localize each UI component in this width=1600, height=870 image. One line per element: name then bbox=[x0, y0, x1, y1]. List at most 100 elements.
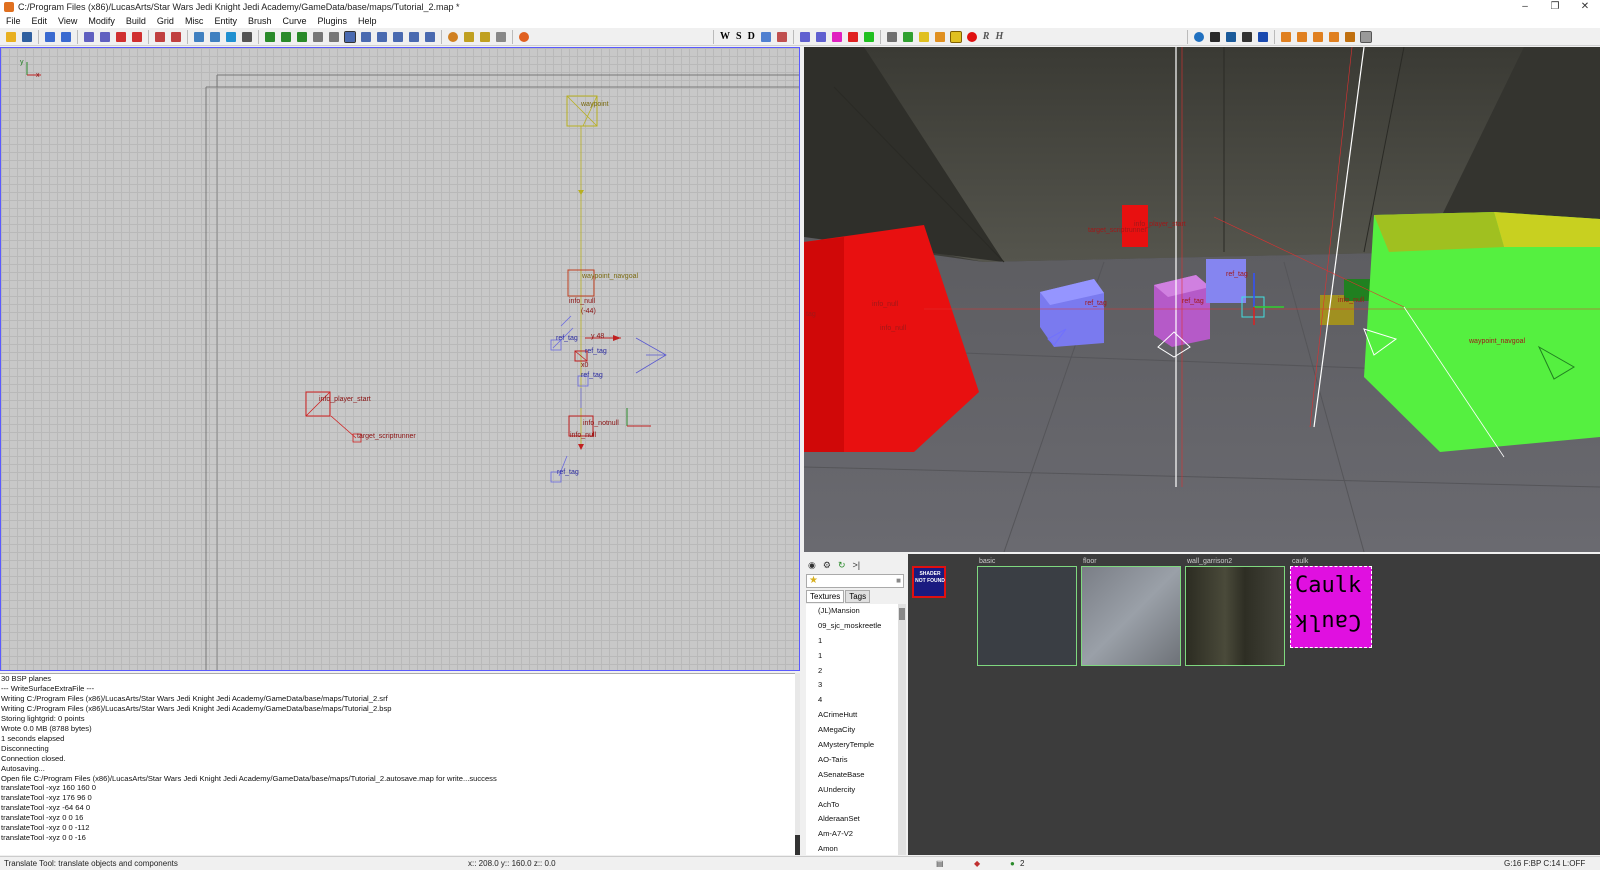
menu-view[interactable]: View bbox=[58, 16, 77, 26]
select-touching-icon[interactable] bbox=[297, 31, 307, 42]
skew-tool-icon[interactable] bbox=[393, 31, 403, 42]
menu-curve[interactable]: Curve bbox=[282, 16, 306, 26]
view-options-icon[interactable]: ◉ bbox=[808, 560, 816, 571]
list-item[interactable]: AlderaanSet bbox=[806, 812, 898, 827]
texture-thumb-missing[interactable]: SHADER NOT FOUND bbox=[912, 566, 946, 598]
undo-icon[interactable] bbox=[45, 31, 55, 42]
more-icon[interactable] bbox=[242, 31, 252, 42]
menu-modify[interactable]: Modify bbox=[88, 16, 115, 26]
entity-3d-label-ref-tag[interactable]: ref_tag bbox=[1226, 271, 1248, 278]
drag-tool-icon[interactable] bbox=[409, 31, 419, 42]
entity-3d-label-target-scriptrunner[interactable]: target_scriptrunner bbox=[1088, 227, 1147, 234]
texture-search-input[interactable]: ★ ■ bbox=[806, 574, 904, 588]
list-item[interactable]: 4 bbox=[806, 693, 898, 708]
texture-lock-icon[interactable] bbox=[464, 31, 474, 42]
view-change-icon[interactable] bbox=[194, 31, 204, 42]
menu-file[interactable]: File bbox=[6, 16, 21, 26]
down-arrow-icon[interactable] bbox=[1258, 31, 1269, 42]
select-inside-icon[interactable] bbox=[281, 31, 291, 42]
entity-label-waypoint[interactable]: waypoint bbox=[581, 101, 609, 108]
entity-3d-label-info-null[interactable]: info_null bbox=[880, 325, 906, 332]
filter-icon[interactable] bbox=[847, 31, 858, 42]
entity-3d-label-ref-tag[interactable]: ref_tag bbox=[1182, 298, 1204, 305]
flip-x-icon[interactable] bbox=[84, 31, 94, 42]
view-toggle-icon[interactable] bbox=[226, 31, 236, 42]
entity-label-waypoint-navgoal[interactable]: waypoint_navgoal bbox=[582, 273, 638, 280]
entity-3d-label-info-null[interactable]: info_null bbox=[872, 301, 898, 308]
maximize-button[interactable]: ❐ bbox=[1540, 0, 1570, 14]
minimize-button[interactable]: – bbox=[1510, 0, 1540, 14]
select-icon[interactable] bbox=[265, 31, 275, 42]
entity-label-ref-tag[interactable]: ref_tag bbox=[585, 348, 607, 355]
open-icon[interactable] bbox=[6, 31, 16, 42]
plugin-icon[interactable] bbox=[1297, 31, 1308, 42]
refresh-icon[interactable] bbox=[519, 31, 529, 42]
console-scrollbar[interactable] bbox=[795, 673, 800, 855]
toggle-h-button[interactable]: H bbox=[995, 31, 1003, 42]
filter-icon[interactable] bbox=[902, 31, 913, 42]
texture-list-scrollbar[interactable] bbox=[898, 604, 906, 855]
texture-thumb-wall-garrison2[interactable]: wall_garrison2 bbox=[1185, 558, 1285, 666]
list-item[interactable]: AMegaCity bbox=[806, 723, 898, 738]
close-button[interactable]: ✕ bbox=[1570, 0, 1600, 14]
menu-entity[interactable]: Entity bbox=[214, 16, 237, 26]
filter-icon[interactable] bbox=[815, 31, 826, 42]
save-icon[interactable] bbox=[22, 31, 32, 42]
tab-textures[interactable]: Textures bbox=[806, 590, 845, 603]
menu-grid[interactable]: Grid bbox=[157, 16, 174, 26]
filter-icon[interactable]: ⚙ bbox=[823, 560, 831, 571]
translate-tool-icon[interactable] bbox=[344, 30, 356, 43]
list-item[interactable]: Amon bbox=[806, 842, 898, 855]
menu-plugins[interactable]: Plugins bbox=[317, 16, 347, 26]
filter-icon[interactable] bbox=[886, 31, 897, 42]
texture-thumb-floor[interactable]: floor bbox=[1081, 558, 1181, 666]
console-scrollbar-thumb[interactable] bbox=[795, 835, 800, 855]
vertex-icon[interactable] bbox=[329, 31, 339, 42]
list-item[interactable]: AchTo bbox=[806, 798, 898, 813]
list-item[interactable]: ASenateBase bbox=[806, 768, 898, 783]
flip-y-icon[interactable] bbox=[100, 31, 110, 42]
entity-label-info-null[interactable]: info_null bbox=[570, 432, 596, 439]
plugin-icon[interactable] bbox=[1313, 31, 1324, 42]
entity-label-ref-tag[interactable]: ref_tag bbox=[557, 469, 579, 476]
toggle-d-button[interactable]: D bbox=[748, 31, 755, 42]
entity-label-target-scriptrunner[interactable]: target_scriptrunner bbox=[357, 433, 416, 440]
texture-thumb-basic[interactable]: basic bbox=[977, 558, 1077, 666]
camera-icon[interactable] bbox=[1242, 31, 1253, 42]
toggle-r-button[interactable]: R bbox=[983, 31, 990, 42]
list-item[interactable]: (JL)Mansion bbox=[806, 604, 898, 619]
view-2d-top[interactable]: y x waypoint waypoint_navgoal info_null … bbox=[0, 47, 800, 671]
texture-thumb-caulk[interactable]: caulk Caulk Caulk bbox=[1290, 558, 1372, 648]
plugin-icon[interactable] bbox=[1345, 31, 1356, 42]
entity-3d-label-waypoint-navgoal[interactable]: waypoint_navgoal bbox=[1469, 338, 1525, 345]
csg-merge-icon[interactable] bbox=[171, 31, 181, 42]
arrow-icon[interactable] bbox=[918, 31, 929, 42]
menu-build[interactable]: Build bbox=[126, 16, 146, 26]
texture-scale-icon[interactable] bbox=[480, 31, 490, 42]
entity-label-ref-tag[interactable]: ref_tag bbox=[556, 335, 578, 342]
reload-icon[interactable]: ↻ bbox=[838, 560, 846, 571]
entity-3d-label-ref-tag[interactable]: ref_tag bbox=[1085, 300, 1107, 307]
view-cube-icon[interactable] bbox=[210, 31, 220, 42]
list-item[interactable]: 3 bbox=[806, 678, 898, 693]
csg-subtract-icon[interactable] bbox=[155, 31, 165, 42]
tab-tags[interactable]: Tags bbox=[845, 590, 871, 603]
patch-icon[interactable] bbox=[448, 31, 458, 42]
list-item[interactable]: 2 bbox=[806, 664, 898, 679]
list-item[interactable]: AUndercity bbox=[806, 783, 898, 798]
menu-help[interactable]: Help bbox=[358, 16, 377, 26]
list-item[interactable]: Am-A7-V2 bbox=[806, 827, 898, 842]
filter-icon[interactable] bbox=[776, 31, 787, 42]
plugin-icon[interactable] bbox=[1281, 31, 1292, 42]
menu-misc[interactable]: Misc bbox=[185, 16, 204, 26]
console-log[interactable]: 30 BSP planes --- WriteSurfaceExtraFile … bbox=[0, 673, 800, 855]
lock-icon[interactable]: ■ bbox=[896, 576, 901, 585]
star-icon[interactable]: ★ bbox=[809, 575, 818, 586]
filter-icon[interactable] bbox=[863, 31, 874, 42]
entity-label-info-null[interactable]: info_null bbox=[569, 298, 595, 305]
texture-list-scrollbar-thumb[interactable] bbox=[899, 608, 905, 620]
camera-icon[interactable] bbox=[1226, 31, 1237, 42]
clipper-icon[interactable] bbox=[313, 31, 323, 42]
rotate-x-icon[interactable] bbox=[116, 31, 126, 42]
filter-icon[interactable] bbox=[949, 30, 962, 43]
